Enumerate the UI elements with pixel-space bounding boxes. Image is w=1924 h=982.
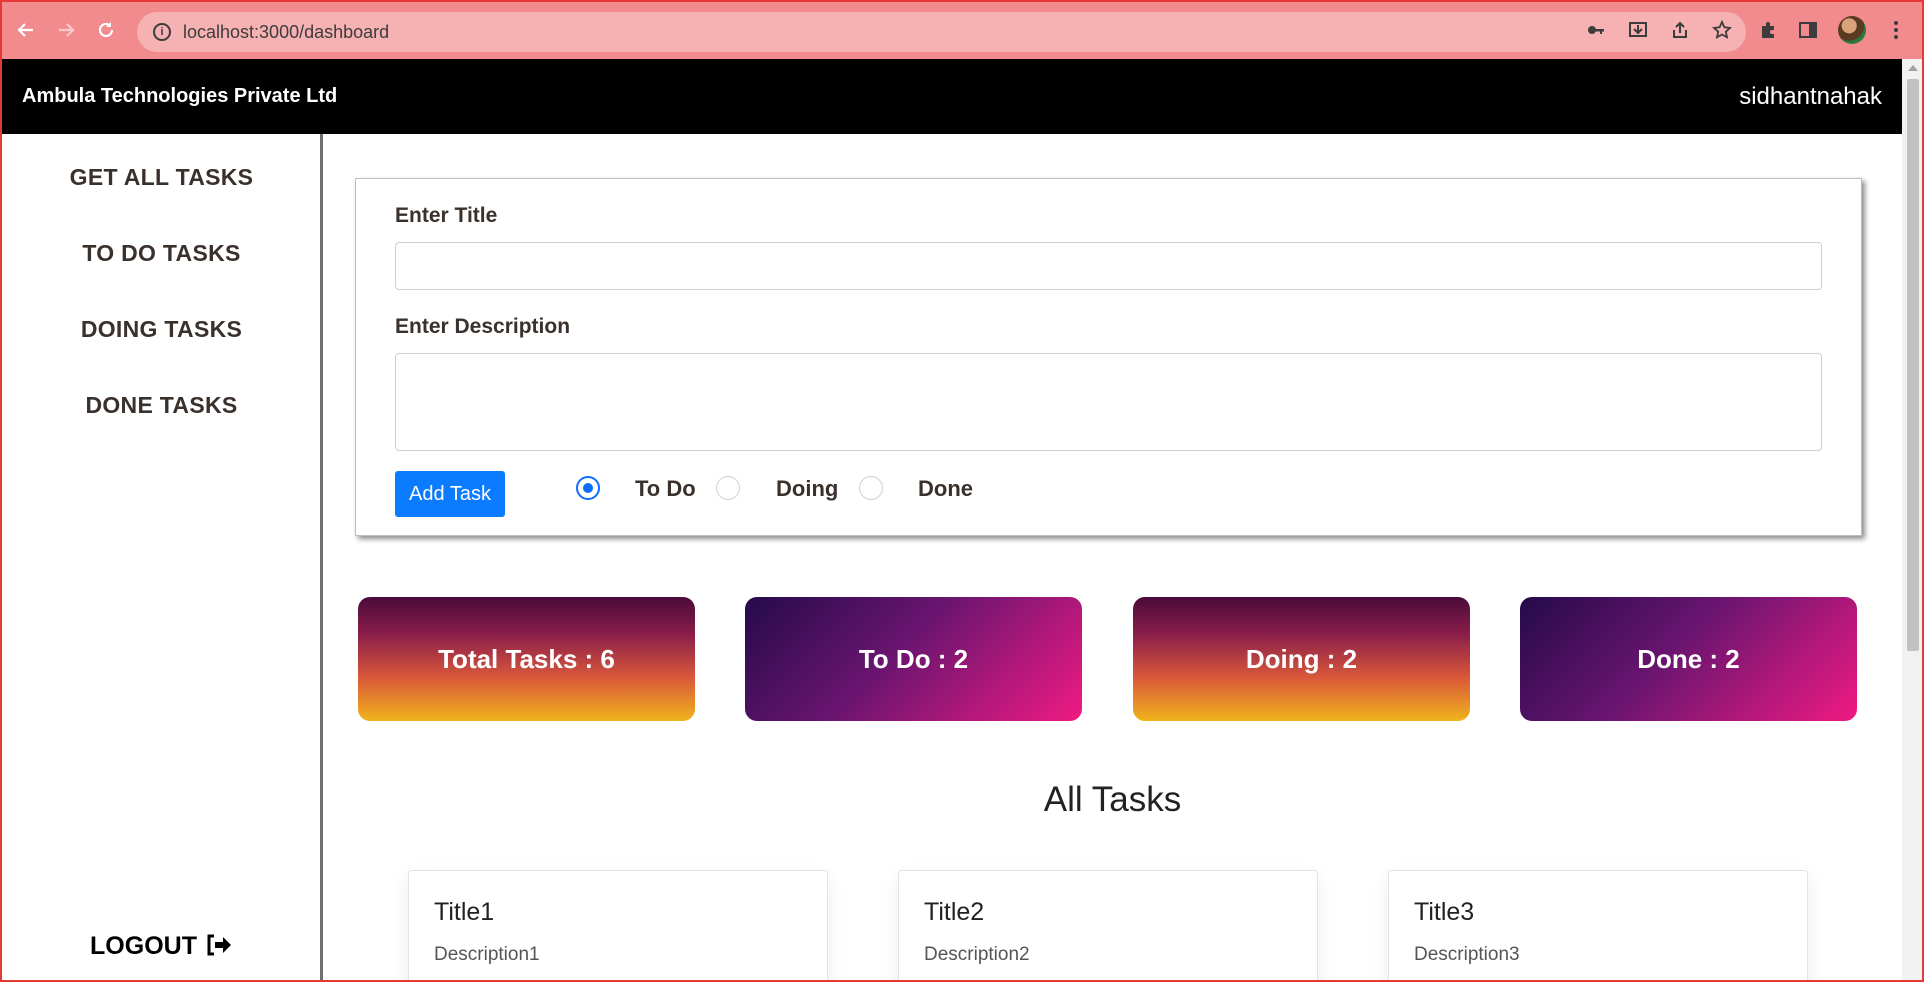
- page-scrollbar[interactable]: [1902, 59, 1924, 982]
- brand-name[interactable]: Ambula Technologies Private Ltd: [22, 85, 337, 108]
- info-icon[interactable]: i: [153, 23, 171, 41]
- task-title: Title3: [1414, 898, 1475, 926]
- task-title: Title1: [434, 898, 495, 926]
- sidebar-item-to-do-tasks[interactable]: TO DO TASKS: [0, 240, 323, 267]
- logout-label: LOGOUT: [90, 932, 197, 960]
- browser-toolbar: i localhost:3000/dashboard: [0, 0, 1924, 59]
- radio-done-label[interactable]: Done: [918, 476, 973, 502]
- reload-icon[interactable]: [92, 16, 120, 44]
- task-description: Description3: [1414, 944, 1520, 965]
- sidebar: GET ALL TASKS TO DO TASKS DOING TASKS DO…: [0, 134, 323, 982]
- stat-total-tasks: Total Tasks : 6: [358, 597, 695, 721]
- radio-doing-label[interactable]: Doing: [776, 476, 838, 502]
- stat-done: Done : 2: [1520, 597, 1857, 721]
- sidebar-item-get-all-tasks[interactable]: GET ALL TASKS: [0, 164, 323, 191]
- sidebar-item-doing-tasks[interactable]: DOING TASKS: [0, 316, 323, 343]
- back-icon[interactable]: [12, 16, 40, 44]
- task-title: Title2: [924, 898, 985, 926]
- description-textarea[interactable]: [395, 353, 1822, 451]
- url-text[interactable]: localhost:3000/dashboard: [183, 22, 389, 43]
- username-label[interactable]: sidhantnahak: [1739, 83, 1882, 111]
- description-label: Enter Description: [395, 315, 571, 338]
- task-card[interactable]: Title3 Description3: [1388, 870, 1808, 982]
- task-description: Description1: [434, 944, 540, 965]
- scroll-thumb[interactable]: [1907, 79, 1919, 651]
- radio-doing[interactable]: [716, 476, 740, 500]
- radio-to-do-label[interactable]: To Do: [635, 476, 696, 502]
- install-icon[interactable]: [1628, 20, 1648, 40]
- app-navbar: Ambula Technologies Private Ltd sidhantn…: [0, 59, 1902, 134]
- stat-to-do: To Do : 2: [745, 597, 1082, 721]
- task-description: Description2: [924, 944, 1030, 965]
- title-label: Enter Title: [395, 204, 498, 227]
- add-task-button[interactable]: Add Task: [395, 471, 505, 517]
- sidebar-item-done-tasks[interactable]: DONE TASKS: [0, 392, 323, 419]
- sidepanel-icon[interactable]: [1798, 20, 1818, 40]
- extensions-icon[interactable]: [1758, 20, 1778, 40]
- profile-avatar[interactable]: [1838, 16, 1866, 44]
- forward-icon[interactable]: [52, 16, 80, 44]
- key-icon[interactable]: [1586, 20, 1606, 40]
- radio-to-do[interactable]: [576, 476, 600, 500]
- star-icon[interactable]: [1711, 19, 1733, 40]
- task-card[interactable]: Title2 Description2: [898, 870, 1318, 982]
- radio-done[interactable]: [859, 476, 883, 500]
- share-icon[interactable]: [1670, 20, 1690, 40]
- add-task-form: Enter Title Enter Description Add Task T…: [355, 178, 1862, 536]
- menu-icon[interactable]: [1886, 20, 1906, 40]
- address-bar[interactable]: i localhost:3000/dashboard: [137, 12, 1746, 52]
- title-input[interactable]: [395, 242, 1822, 290]
- stat-doing: Doing : 2: [1133, 597, 1470, 721]
- all-tasks-heading: All Tasks: [1043, 780, 1182, 819]
- scroll-up-arrow-icon[interactable]: [1908, 65, 1918, 71]
- logout-button[interactable]: LOGOUT: [0, 932, 323, 961]
- task-card[interactable]: Title1 Description1: [408, 870, 828, 982]
- logout-icon: [207, 934, 231, 956]
